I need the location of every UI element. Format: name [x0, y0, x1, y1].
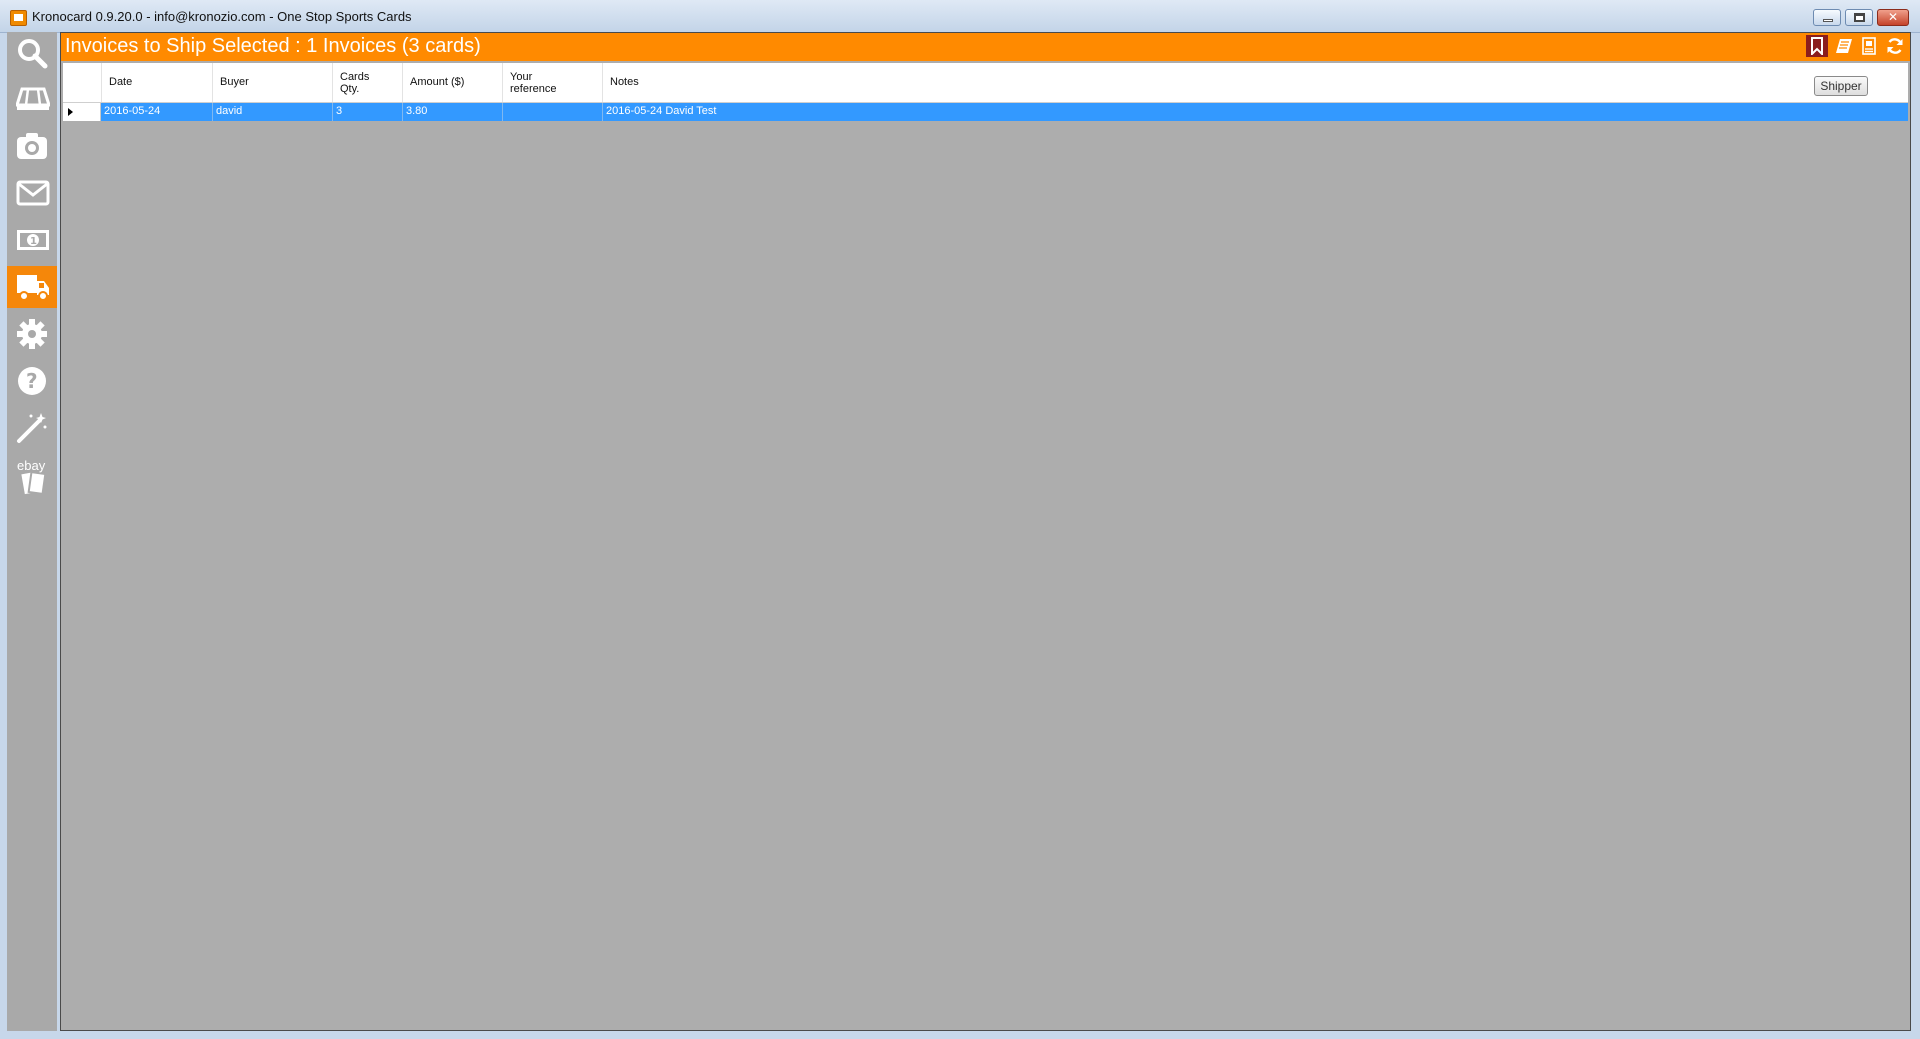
cell-your-reference[interactable]: [502, 103, 602, 121]
svg-text:1: 1: [30, 236, 37, 247]
window-titlebar: Kronocard 0.9.20.0 - info@kronozio.com -…: [0, 0, 1920, 33]
window-title: Kronocard 0.9.20.0 - info@kronozio.com -…: [32, 9, 412, 24]
cell-notes[interactable]: 2016-05-24 David Test: [602, 103, 1908, 121]
magic-wand-icon: [17, 413, 47, 443]
bookmark-button[interactable]: [1806, 35, 1828, 57]
book-button[interactable]: [1832, 35, 1854, 57]
row-header-corner: [63, 63, 101, 102]
column-header-notes[interactable]: Notes: [602, 63, 1908, 102]
refresh-icon: [1887, 38, 1903, 54]
camera-icon: [17, 133, 47, 159]
ebay-icon: ebay: [17, 459, 47, 496]
svg-text:?: ?: [26, 369, 38, 393]
document-icon: [1862, 37, 1876, 55]
cell-buyer[interactable]: david: [212, 103, 332, 121]
close-button[interactable]: [1877, 9, 1909, 26]
table-row[interactable]: 2016-05-24 david 3 3.80 2016-05-24 David…: [63, 103, 1908, 121]
column-header-buyer[interactable]: Buyer: [212, 63, 332, 102]
document-button[interactable]: [1858, 35, 1880, 57]
sidebar-item-shipping[interactable]: [7, 266, 57, 308]
search-icon: [18, 39, 48, 69]
refresh-button[interactable]: [1883, 35, 1905, 57]
column-header-date[interactable]: Date: [101, 63, 212, 102]
shipper-button[interactable]: Shipper: [1814, 76, 1868, 96]
column-header-your-reference[interactable]: Your reference: [502, 63, 602, 102]
sidebar-item-search[interactable]: [7, 32, 57, 74]
sidebar-item-cards[interactable]: [7, 78, 57, 120]
app-icon: [10, 10, 27, 26]
row-selector[interactable]: [63, 103, 101, 121]
main-panel: Invoices to Ship Selected : 1 Invoices (…: [60, 32, 1911, 1031]
cell-amount[interactable]: 3.80: [402, 103, 502, 121]
money-icon: 1: [17, 230, 49, 250]
help-icon: ?: [18, 367, 46, 395]
book-icon: [1836, 39, 1852, 53]
sidebar-item-messages[interactable]: [7, 172, 57, 214]
sidebar-item-ebay[interactable]: ebay: [7, 454, 57, 502]
bookmark-icon: [1811, 37, 1823, 55]
minimize-button[interactable]: [1813, 9, 1841, 26]
cell-cards-qty[interactable]: 3: [332, 103, 402, 121]
ebay-label: ebay: [17, 459, 46, 473]
sidebar-item-settings[interactable]: [7, 313, 57, 355]
sidebar-item-wizard[interactable]: [7, 407, 57, 449]
column-header-cards-qty[interactable]: Cards Qty.: [332, 63, 402, 102]
truck-icon: [17, 275, 49, 301]
grid-header: Date Buyer Cards Qty. Amount ($) Your re…: [63, 63, 1908, 103]
sidebar-item-camera[interactable]: [7, 125, 57, 167]
sidebar-item-help[interactable]: ?: [7, 360, 57, 402]
page-title: Invoices to Ship Selected : 1 Invoices (…: [65, 35, 481, 57]
column-header-amount[interactable]: Amount ($): [402, 63, 502, 102]
gear-icon: [17, 319, 47, 349]
sidebar: 1 ? ebay: [7, 32, 57, 1031]
mail-icon: [16, 180, 50, 206]
window-bottom-border: [0, 1031, 1920, 1039]
maximize-button[interactable]: [1845, 9, 1873, 26]
sidebar-item-payments[interactable]: 1: [7, 219, 57, 261]
header-bar: Invoices to Ship Selected : 1 Invoices (…: [61, 33, 1910, 61]
card-stack-icon: [16, 87, 50, 110]
cell-date[interactable]: 2016-05-24: [101, 103, 212, 121]
